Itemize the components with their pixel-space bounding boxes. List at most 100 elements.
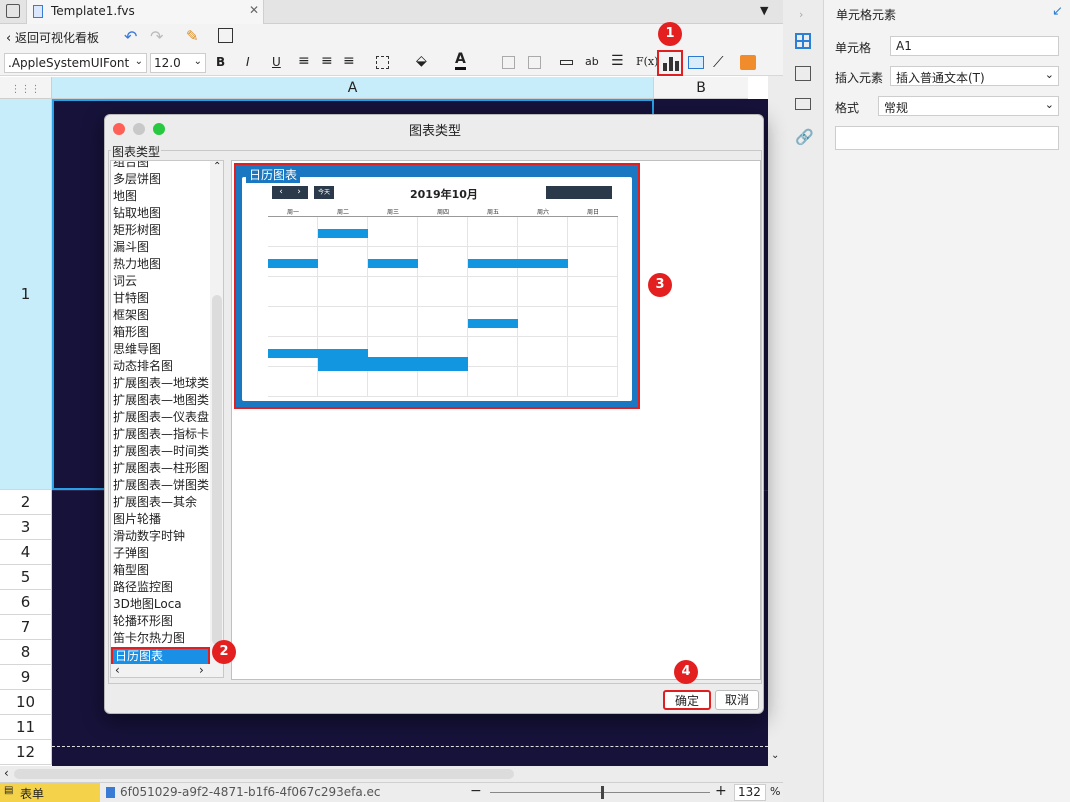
row-header-1[interactable]: 1 — [0, 99, 52, 490]
format-select[interactable]: 常规 ⌄ — [878, 96, 1059, 116]
list-item[interactable]: 扩展图表—时间类 — [113, 443, 209, 460]
today-button[interactable]: 今天 — [314, 186, 334, 199]
list-item[interactable]: 多层饼图 — [113, 171, 161, 188]
list-item[interactable]: 甘特图 — [113, 290, 149, 307]
chevron-right-icon[interactable]: › — [799, 8, 803, 21]
list-item[interactable]: 滑动数字时钟 — [113, 528, 185, 545]
tab-template1[interactable]: Template1.fvs ✕ — [26, 0, 264, 24]
list-item[interactable]: 组合图 — [113, 161, 149, 171]
underline-button[interactable]: U — [272, 55, 281, 69]
list-item[interactable]: 热力地图 — [113, 256, 161, 273]
calendar-day-cell[interactable] — [318, 247, 368, 277]
cancel-button[interactable]: 取消 — [715, 690, 759, 710]
calendar-day-cell[interactable] — [368, 277, 418, 307]
chevron-left-icon[interactable]: ‹ — [115, 663, 120, 677]
zoom-slider[interactable] — [490, 792, 710, 793]
calendar-day-cell[interactable] — [568, 277, 618, 307]
text-field-icon[interactable] — [560, 60, 573, 65]
redo-icon[interactable]: ↷ — [150, 27, 163, 46]
list-item[interactable]: 地图 — [113, 188, 137, 205]
list-item[interactable]: 扩展图表—地图类 — [113, 392, 209, 409]
list-item[interactable]: 3D地图Loca — [113, 596, 182, 613]
border-icon[interactable] — [376, 56, 389, 69]
chevron-down-icon[interactable]: ⌄ — [771, 750, 779, 761]
chart-type-list[interactable]: 组合图 多层饼图 地图 钻取地图 矩形树图 漏斗图 热力地图 词云 甘特图 框架图 箱形图 思维导图动… — [110, 160, 224, 678]
zoom-slider-thumb[interactable] — [601, 786, 604, 799]
calendar-day-cell[interactable] — [568, 367, 618, 397]
insert-chart-button[interactable] — [657, 50, 683, 76]
calendar-event[interactable] — [318, 229, 368, 238]
image-icon[interactable] — [688, 56, 704, 69]
cell-input[interactable]: A1 — [890, 36, 1059, 56]
calendar-day-cell[interactable] — [368, 367, 418, 397]
calendar-day-cell[interactable] — [468, 367, 518, 397]
calendar-event[interactable] — [318, 357, 468, 371]
calendar-day-cell[interactable] — [518, 337, 568, 367]
row-header-11[interactable]: 11 — [0, 715, 52, 740]
merge-cells-icon[interactable] — [502, 56, 515, 69]
list-item[interactable]: 扩展图表—仪表盘 — [113, 409, 209, 426]
row-header-8[interactable]: 8 — [0, 640, 52, 665]
calendar-event[interactable] — [368, 259, 418, 268]
calendar-day-cell[interactable] — [418, 217, 468, 247]
calendar-preview[interactable]: 日历图表 ‹ › 今天 2019年10月 周一 周二 周三 周四 周五 周六 周日 — [234, 163, 640, 409]
calendar-day-cell[interactable] — [368, 217, 418, 247]
widget-icon[interactable] — [795, 98, 811, 110]
formula-icon[interactable]: F(x) — [636, 55, 658, 68]
italic-button[interactable]: I — [246, 55, 250, 69]
align-center-icon[interactable]: ≡ — [321, 53, 333, 69]
column-header-b[interactable]: B — [654, 77, 748, 99]
list-item[interactable]: 动态排名图 — [113, 358, 173, 375]
row-header-7[interactable]: 7 — [0, 615, 52, 640]
cell-attribute-icon[interactable] — [795, 66, 811, 81]
row-header-5[interactable]: 5 — [0, 565, 52, 590]
calendar-day-cell[interactable] — [318, 307, 368, 337]
chevron-left-icon[interactable]: ‹ — [4, 766, 9, 780]
link-icon[interactable]: 🔗 — [795, 128, 814, 146]
row-header-6[interactable]: 6 — [0, 590, 52, 615]
calendar-day-cell[interactable] — [568, 307, 618, 337]
view-switch[interactable] — [546, 186, 612, 199]
column-header-a[interactable]: A — [52, 77, 654, 99]
split-cells-icon[interactable] — [528, 56, 541, 69]
calendar-day-cell[interactable] — [518, 277, 568, 307]
list-item[interactable]: 词云 — [113, 273, 137, 290]
align-right-icon[interactable]: ≡ — [343, 53, 355, 69]
row-header-4[interactable]: 4 — [0, 540, 52, 565]
calendar-event[interactable] — [518, 259, 568, 268]
list-item[interactable]: 笛卡尔热力图 — [113, 630, 185, 647]
font-select[interactable]: .AppleSystemUIFont ⌄ — [4, 53, 147, 73]
calendar-event[interactable] — [468, 319, 518, 328]
list-item[interactable]: 扩展图表—饼图类 — [113, 477, 209, 494]
list-item[interactable]: 钻取地图 — [113, 205, 161, 222]
corner-header[interactable]: ⋮⋮⋮ — [0, 77, 52, 99]
fill-color-icon[interactable]: ⬙ — [416, 53, 427, 69]
calendar-event[interactable] — [268, 259, 318, 268]
calendar-day-cell[interactable] — [318, 367, 368, 397]
list-hscrollbar[interactable]: ‹ › — [111, 663, 223, 677]
align-left-icon[interactable]: ≡ — [298, 53, 310, 69]
scroll-thumb[interactable] — [14, 769, 514, 779]
zoom-out-icon[interactable]: − — [470, 783, 482, 799]
paragraph-icon[interactable]: ☰ — [611, 53, 624, 69]
calendar-day-cell[interactable] — [518, 217, 568, 247]
row-header-9[interactable]: 9 — [0, 665, 52, 690]
slash-icon[interactable]: ⟋ — [713, 53, 724, 71]
menu-arrow-icon[interactable]: ▼ — [760, 4, 768, 17]
zoom-input[interactable]: 132 — [734, 784, 766, 801]
list-item[interactable]: 扩展图表—其余 — [113, 494, 197, 511]
row-header-10[interactable]: 10 — [0, 690, 52, 715]
picture-icon[interactable] — [740, 55, 756, 70]
list-item[interactable]: 子弹图 — [113, 545, 149, 562]
sheet-tab[interactable]: ▤ 表单 — [0, 783, 100, 802]
collapse-arrow-icon[interactable]: ↙ — [1052, 4, 1063, 19]
chevron-up-icon[interactable]: ⌃ — [213, 161, 221, 172]
calendar-event[interactable] — [468, 259, 518, 268]
calendar-day-cell[interactable] — [268, 367, 318, 397]
undo-icon[interactable]: ↶ — [124, 27, 137, 46]
zoom-in-icon[interactable]: + — [715, 783, 727, 799]
chevron-right-icon[interactable]: › — [199, 663, 204, 677]
list-item[interactable]: 框架图 — [113, 307, 149, 324]
calendar-day-cell[interactable] — [468, 217, 518, 247]
bold-button[interactable]: B — [216, 55, 225, 69]
